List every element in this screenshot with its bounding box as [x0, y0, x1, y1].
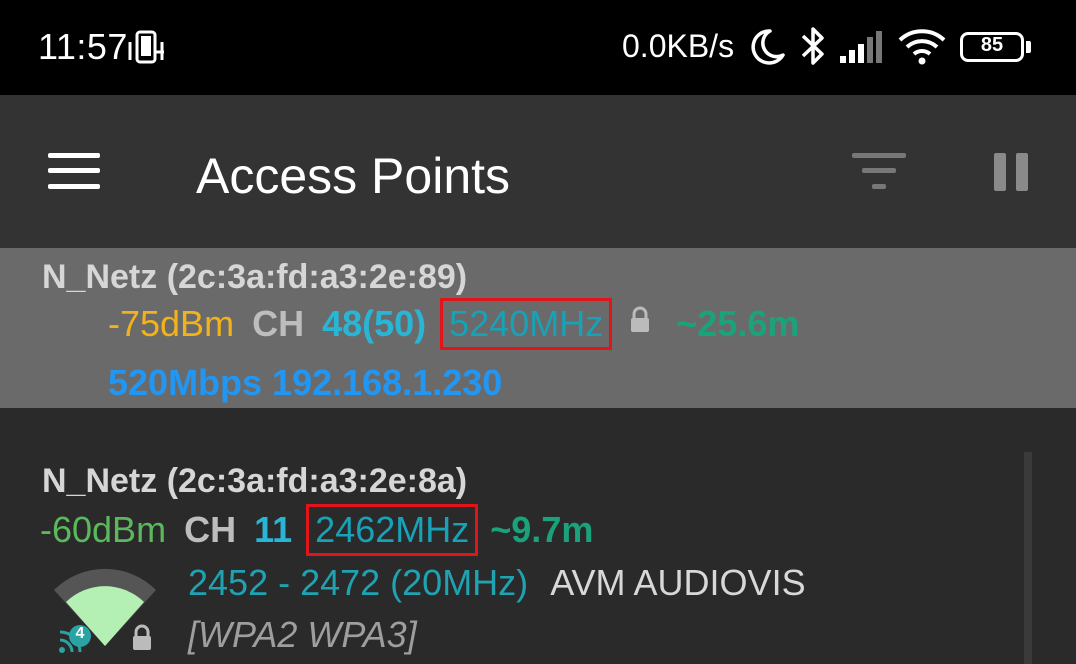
network-rate: 0.0KB/s — [622, 28, 735, 64]
battery-level: 85 — [980, 34, 1004, 56]
distance: ~9.7m — [490, 509, 594, 550]
list-item[interactable]: N_Netz (2c:3a:fd:a3:2e:89) -75dBm CH 48(… — [0, 248, 1076, 408]
access-point-list: N_Netz (2c:3a:fd:a3:2e:89) -75dBm CH 48(… — [0, 248, 1076, 664]
frequency-range: 2452 - 2472 (20MHz) — [188, 562, 529, 604]
frequency-highlight: 2462MHz — [306, 504, 479, 556]
cell-signal-icon — [840, 31, 882, 63]
wifi-standard-number: 4 — [75, 625, 85, 642]
lock-icon — [133, 624, 151, 650]
channel-value: 11 — [254, 509, 293, 550]
pause-icon[interactable] — [994, 153, 1030, 191]
page-title: Access Points — [196, 148, 511, 204]
screen-mirror-icon — [128, 30, 164, 64]
status-time: 11:57 — [38, 26, 128, 67]
vendor: AVM AUDIOVIS — [550, 562, 806, 604]
ap-name: N_Netz (2c:3a:fd:a3:2e:8a) — [42, 462, 468, 500]
ap-name: N_Netz (2c:3a:fd:a3:2e:89) — [42, 258, 468, 296]
status-bar: 11:57 0.0KB/s 85 — [0, 0, 1076, 95]
app-toolbar: Access Points — [0, 95, 1076, 248]
lock-icon — [631, 306, 650, 332]
signal-level: -60dBm — [40, 509, 167, 550]
scrollbar[interactable] — [1024, 452, 1032, 664]
filter-icon[interactable] — [852, 153, 906, 191]
list-item[interactable]: N_Netz (2c:3a:fd:a3:2e:8a) -60dBm CH 11 … — [0, 408, 1076, 664]
bluetooth-icon — [801, 27, 824, 65]
frequency-highlight: 5240MHz — [440, 298, 613, 350]
channel-label: CH — [184, 509, 237, 550]
signal-level: -75dBm — [108, 303, 235, 344]
battery-icon: 85 — [960, 30, 1032, 64]
do-not-disturb-icon — [751, 29, 785, 65]
hamburger-menu-icon[interactable] — [48, 153, 100, 191]
distance: ~25.6m — [676, 303, 800, 344]
speed-ip: 520Mbps 192.168.1.230 — [108, 362, 503, 404]
security-type: [WPA2 WPA3] — [188, 614, 417, 656]
wifi-icon — [898, 29, 946, 65]
channel-label: CH — [252, 303, 305, 344]
channel-value: 48(50) — [322, 303, 427, 344]
